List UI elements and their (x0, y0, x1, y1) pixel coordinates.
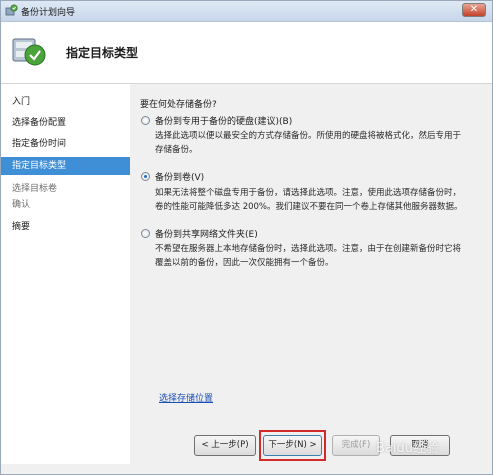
window-title: 备份计划向导 (21, 8, 76, 18)
desc-line: 覆盖以前的备份，因此一次仅能拥有一个备份。 (155, 258, 334, 268)
previous-button[interactable]: < 上一步(P) (194, 435, 256, 456)
sidebar-item-confirm: 确认 (12, 200, 31, 210)
sidebar-item-destination-type[interactable]: 指定目标类型 (1, 157, 130, 175)
page-title: 指定目标类型 (66, 46, 139, 60)
backup-wizard-icon (12, 38, 46, 66)
close-button[interactable]: ✕ (462, 3, 486, 17)
option-dedicated-disk-desc: 选择此选项以便以最安全的方式存储备份。所使用的硬盘将被格式化，然后专用于 存储备… (155, 129, 467, 157)
radio-network-share[interactable] (141, 229, 150, 238)
sidebar-item-summary: 摘要 (12, 222, 31, 232)
wizard-steps-sidebar: 入门 选择备份配置 指定备份时间 指定目标类型 选择目标卷 确认 摘要 (1, 84, 130, 464)
sidebar-item-backup-time[interactable]: 指定备份时间 (1, 135, 130, 153)
storage-question: 要在何处存储备份? (140, 100, 217, 110)
next-button-highlight (259, 430, 326, 461)
desc-line: 如果无法将整个磁盘专用于备份，请选择此选项。注意，使用此选项存储备份时， (155, 188, 462, 198)
choose-storage-location-link[interactable]: 选择存储位置 (159, 391, 213, 404)
radio-volume[interactable] (141, 172, 150, 181)
sidebar-item-getting-started[interactable]: 入门 (1, 93, 130, 111)
radio-dedicated-disk[interactable] (141, 116, 150, 125)
backup-wizard-window: 备份计划向导 ✕ 指定目标类型 入门 选择备份配置 指定备份时间 指定目标类型 … (0, 0, 493, 475)
finish-button: 完成(F) (332, 435, 380, 456)
wizard-header: 指定目标类型 (1, 22, 492, 84)
main-content: 要在何处存储备份? 备份到专用于备份的硬盘(建议)(B) 选择此选项以便以最安全… (134, 84, 484, 424)
option-network-share-label[interactable]: 备份到共享网络文件夹(E) (155, 227, 258, 240)
desc-line: 卷的性能可能降低多达 200%。我们建议不要在同一个卷上存储其他服务器数据。 (155, 202, 463, 212)
desc-line: 存储备份。 (155, 145, 198, 155)
option-volume-label[interactable]: 备份到卷(V) (155, 170, 204, 183)
title-bar[interactable]: 备份计划向导 ✕ (1, 1, 492, 22)
desc-line: 选择此选项以便以最安全的方式存储备份。所使用的硬盘将被格式化，然后专用于 (155, 131, 462, 141)
backup-app-icon (5, 4, 18, 16)
desc-line: 不希望在服务器上本地存储备份时，选择此选项。注意，由于在创建新备份时它将 (155, 244, 462, 254)
option-network-share-desc: 不希望在服务器上本地存储备份时，选择此选项。注意，由于在创建新备份时它将 覆盖以… (155, 242, 467, 270)
sidebar-item-backup-config[interactable]: 选择备份配置 (1, 114, 130, 132)
option-dedicated-disk-label[interactable]: 备份到专用于备份的硬盘(建议)(B) (155, 114, 292, 127)
watermark: Baidu经验 (376, 441, 439, 456)
option-volume-desc: 如果无法将整个磁盘专用于备份，请选择此选项。注意，使用此选项存储备份时， 卷的性… (155, 186, 467, 214)
